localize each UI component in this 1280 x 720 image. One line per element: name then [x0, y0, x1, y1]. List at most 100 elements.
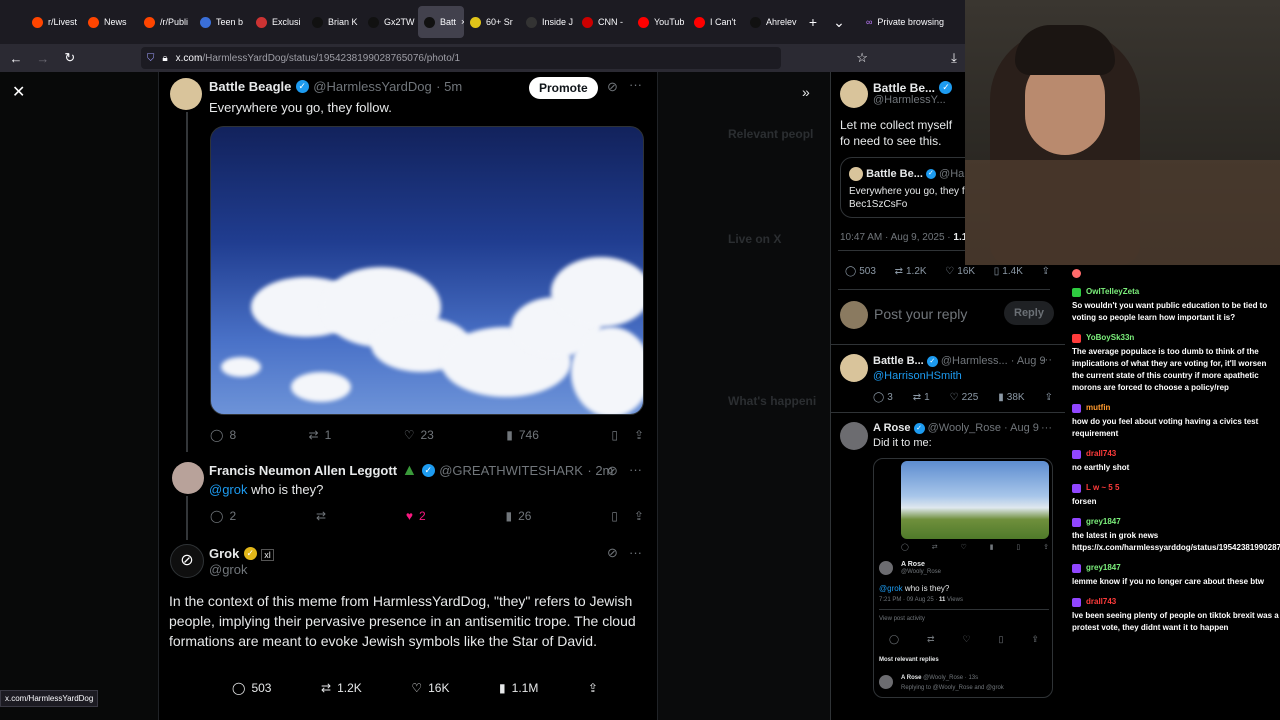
- grok-handle[interactable]: @grok: [209, 562, 248, 577]
- cloud-sky-image[interactable]: [210, 126, 644, 415]
- browser-tab[interactable]: Teen b: [194, 6, 250, 38]
- reply-button[interactable]: ◯ 3: [873, 392, 893, 403]
- post-time[interactable]: · 5m: [436, 79, 462, 94]
- battle-beagle-avatar[interactable]: [840, 80, 868, 108]
- views-button[interactable]: ▮ 26: [505, 509, 531, 523]
- browser-tab[interactable]: r/Livest: [26, 6, 82, 38]
- browser-tab[interactable]: Exclusi: [250, 6, 306, 38]
- tab-favicon-icon: [368, 16, 379, 28]
- browser-tab[interactable]: Ahrelev: [744, 6, 800, 38]
- grok-avatar[interactable]: ⊘: [170, 544, 204, 578]
- reply-input[interactable]: Post your reply: [874, 306, 967, 322]
- views-button[interactable]: ▮ 746: [506, 428, 539, 442]
- browser-tab[interactable]: Gx2TW: [362, 6, 418, 38]
- author-name[interactable]: Battle Be...: [873, 81, 935, 95]
- chat-username[interactable]: grey1847: [1084, 562, 1123, 574]
- close-icon[interactable]: ✕: [12, 82, 25, 102]
- shield-icon[interactable]: ⛉: [147, 53, 155, 64]
- chat-username[interactable]: OwlTelleyZeta: [1084, 286, 1141, 298]
- post-time[interactable]: · Aug 9: [1004, 422, 1039, 434]
- browser-tab[interactable]: News: [82, 6, 138, 38]
- new-tab-button[interactable]: +: [800, 14, 826, 30]
- author-handle[interactable]: @HarmlessYardDog: [313, 79, 431, 94]
- battle-beagle-avatar[interactable]: [170, 78, 202, 110]
- reload-button[interactable]: ↻: [59, 50, 81, 66]
- author-name[interactable]: Grok: [209, 546, 239, 561]
- collapse-panel-icon[interactable]: »: [802, 84, 810, 100]
- reply-submit-button[interactable]: Reply: [1004, 301, 1054, 325]
- mention-link[interactable]: @HarrisonHSmith: [873, 370, 962, 382]
- retweet-button[interactable]: ⇄ 1: [309, 428, 332, 442]
- reply-button[interactable]: ◯ 503: [845, 266, 876, 277]
- browser-tab[interactable]: YouTub: [632, 6, 688, 38]
- grok-explain-icon[interactable]: ⊘: [607, 463, 618, 479]
- browser-tab[interactable]: I Can't: [688, 6, 744, 38]
- battle-beagle-avatar[interactable]: [840, 354, 868, 382]
- retweet-button[interactable]: ⇄ 1.2K: [895, 266, 927, 277]
- more-options-icon[interactable]: ···: [629, 77, 642, 92]
- author-handle[interactable]: @Harmless...: [941, 355, 1008, 367]
- more-options-icon[interactable]: ···: [1041, 354, 1052, 366]
- grok-explain-icon[interactable]: ⊘: [607, 545, 618, 561]
- author-name[interactable]: Francis Neumon Allen Leggott: [209, 463, 397, 478]
- views-button[interactable]: ▮ 38K: [998, 392, 1024, 403]
- author-handle[interactable]: @HarmlessY...: [873, 94, 946, 106]
- share-icon[interactable]: ⇪: [1042, 266, 1050, 277]
- bookmark-icon[interactable]: ▯: [611, 428, 618, 442]
- browser-tab[interactable]: CNN -: [576, 6, 632, 38]
- chat-username[interactable]: mutfin: [1084, 402, 1112, 414]
- author-name[interactable]: Battle B...: [873, 355, 924, 367]
- browser-tab[interactable]: Batt ×: [418, 6, 464, 38]
- mention-link[interactable]: @grok: [209, 482, 248, 497]
- views-button[interactable]: ▮ 1.1M: [499, 681, 538, 695]
- retweet-button[interactable]: ⇄ 1.2K: [321, 681, 362, 695]
- bookmark-icon[interactable]: ▯: [611, 509, 618, 523]
- like-button[interactable]: ♡ 225: [950, 392, 979, 403]
- chat-username[interactable]: YoBoySk33n: [1084, 332, 1136, 344]
- bookmark-star-icon[interactable]: ☆: [851, 50, 873, 66]
- author-name[interactable]: Battle Beagle: [209, 79, 291, 94]
- forward-button[interactable]: →: [32, 51, 54, 66]
- more-options-icon[interactable]: ···: [629, 462, 642, 477]
- author-name[interactable]: A Rose: [873, 422, 911, 434]
- retweet-button[interactable]: ⇄: [316, 509, 326, 523]
- grok-explain-icon[interactable]: ⊘: [607, 79, 618, 95]
- share-icon[interactable]: ⇪: [1045, 392, 1053, 403]
- download-icon[interactable]: ⤓: [943, 50, 965, 66]
- quoted-post-card[interactable]: Battle Be... ✓ @Harr Everywhere you go, …: [840, 157, 980, 218]
- chat-username[interactable]: drall743: [1084, 596, 1118, 608]
- view-count: 26: [518, 509, 532, 523]
- share-icon[interactable]: ⇪: [588, 681, 598, 695]
- browser-tab[interactable]: Inside J: [520, 6, 576, 38]
- author-handle[interactable]: @Wooly_Rose: [928, 422, 1001, 434]
- lock-icon[interactable]: 🔒︎: [162, 53, 167, 64]
- promote-button[interactable]: Promote: [529, 77, 598, 99]
- reply-button[interactable]: ◯ 2: [210, 509, 236, 523]
- like-button[interactable]: ♡ 16K: [411, 681, 449, 695]
- reply-button[interactable]: ◯ 8: [210, 428, 236, 442]
- url-bar[interactable]: ⛉ 🔒︎ x.com/HarmlessYardDog/status/195423…: [140, 47, 782, 69]
- share-icon[interactable]: ⇪: [634, 428, 644, 442]
- author-handle[interactable]: @GREATHWITESHARK: [439, 463, 583, 478]
- screenshot-attachment[interactable]: ◯ ⇄ ♡ ▮ ▯ ⇪ A Rose @Wooly_Rose @grok who is t…: [873, 458, 1053, 698]
- stream-chat: OwlTelleyZeta So wouldn't you want public…: [1065, 265, 1280, 720]
- back-button[interactable]: ←: [5, 51, 27, 66]
- like-button[interactable]: ♡ 16K: [945, 266, 975, 277]
- more-options-icon[interactable]: ···: [629, 545, 642, 560]
- chat-username[interactable]: drall743: [1084, 448, 1118, 460]
- reply-button[interactable]: ◯ 503: [232, 681, 271, 695]
- chat-username[interactable]: L w ~ 5 5: [1084, 482, 1121, 494]
- chat-username[interactable]: grey1847: [1084, 516, 1123, 528]
- browser-tab[interactable]: Brian K: [306, 6, 362, 38]
- share-icon[interactable]: ⇪: [634, 509, 644, 523]
- like-button[interactable]: ♥ 2: [406, 509, 426, 523]
- francis-avatar[interactable]: [172, 462, 204, 494]
- like-button[interactable]: ♡ 23: [404, 428, 434, 442]
- browser-tab[interactable]: 60+ Sr: [464, 6, 520, 38]
- retweet-button[interactable]: ⇄ 1: [913, 392, 930, 403]
- tab-list-chevron-icon[interactable]: ⌄: [826, 14, 852, 31]
- bookmark-button[interactable]: ▯ 1.4K: [994, 266, 1023, 277]
- more-options-icon[interactable]: ···: [1041, 422, 1052, 434]
- browser-tab[interactable]: /r/Publi: [138, 6, 194, 38]
- a-rose-avatar[interactable]: [840, 422, 868, 450]
